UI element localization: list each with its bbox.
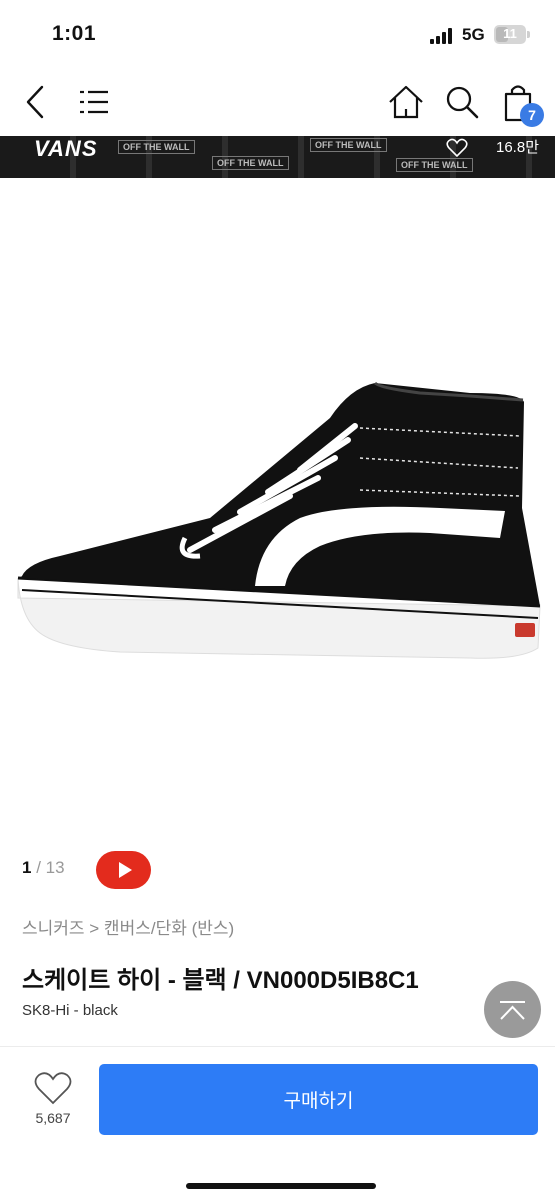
- buy-button[interactable]: 구매하기: [99, 1064, 538, 1135]
- youtube-video-button[interactable]: [96, 851, 151, 889]
- menu-button[interactable]: [72, 80, 116, 124]
- heart-icon: [34, 1072, 72, 1105]
- pager-separator: /: [31, 858, 46, 877]
- banner-pattern-tile: OFF THE WALL: [310, 138, 387, 152]
- total-image-count: 13: [45, 858, 65, 877]
- home-icon: [389, 85, 423, 119]
- product-subtitle: SK8-Hi - black: [22, 1002, 118, 1019]
- battery-icon: 11: [494, 25, 526, 44]
- battery-cap: [527, 31, 530, 38]
- search-icon: [446, 86, 479, 119]
- wishlist-button[interactable]: 5,687: [26, 1070, 80, 1132]
- battery-level: 11: [503, 26, 517, 41]
- product-image[interactable]: [0, 178, 555, 838]
- network-type: 5G: [462, 25, 485, 44]
- sneaker-illustration: [17, 381, 541, 659]
- banner-pattern-tile: OFF THE WALL: [396, 158, 473, 172]
- cart-count-badge: 7: [520, 103, 544, 127]
- menu-icon: [80, 90, 108, 114]
- scroll-to-top-button[interactable]: [484, 981, 541, 1038]
- back-button[interactable]: [14, 80, 58, 124]
- banner-pattern-tile: OFF THE WALL: [212, 156, 289, 170]
- heart-icon: [446, 138, 468, 158]
- category-breadcrumb[interactable]: 스니커즈 > 캔버스/단화 (반스): [22, 914, 234, 939]
- brand-banner[interactable]: OFF THE WALL OFF THE WALL OFF THE WALL O…: [0, 136, 555, 178]
- wishlist-count: 5,687: [35, 1110, 71, 1126]
- back-chevron-icon: [26, 85, 44, 119]
- nav-bar: [0, 70, 555, 136]
- search-button[interactable]: [440, 80, 484, 124]
- brand-logo: VANS: [34, 136, 98, 161]
- home-button[interactable]: [384, 80, 428, 124]
- footer-divider: [0, 1046, 555, 1047]
- signal-icon: [430, 28, 456, 44]
- banner-pattern-tile: OFF THE WALL: [118, 140, 195, 154]
- home-indicator: [186, 1183, 376, 1189]
- status-bar: 1:01 5G 11: [0, 0, 555, 70]
- chevron-up-icon: [500, 1001, 525, 1020]
- image-pager: 1 / 13: [22, 858, 65, 878]
- product-title: 스케이트 하이 - 블랙 / VN000D5IB8C1: [22, 967, 419, 994]
- play-icon: [119, 862, 132, 878]
- brand-like-count: 16.8만: [496, 139, 539, 156]
- status-time: 1:01: [52, 22, 97, 45]
